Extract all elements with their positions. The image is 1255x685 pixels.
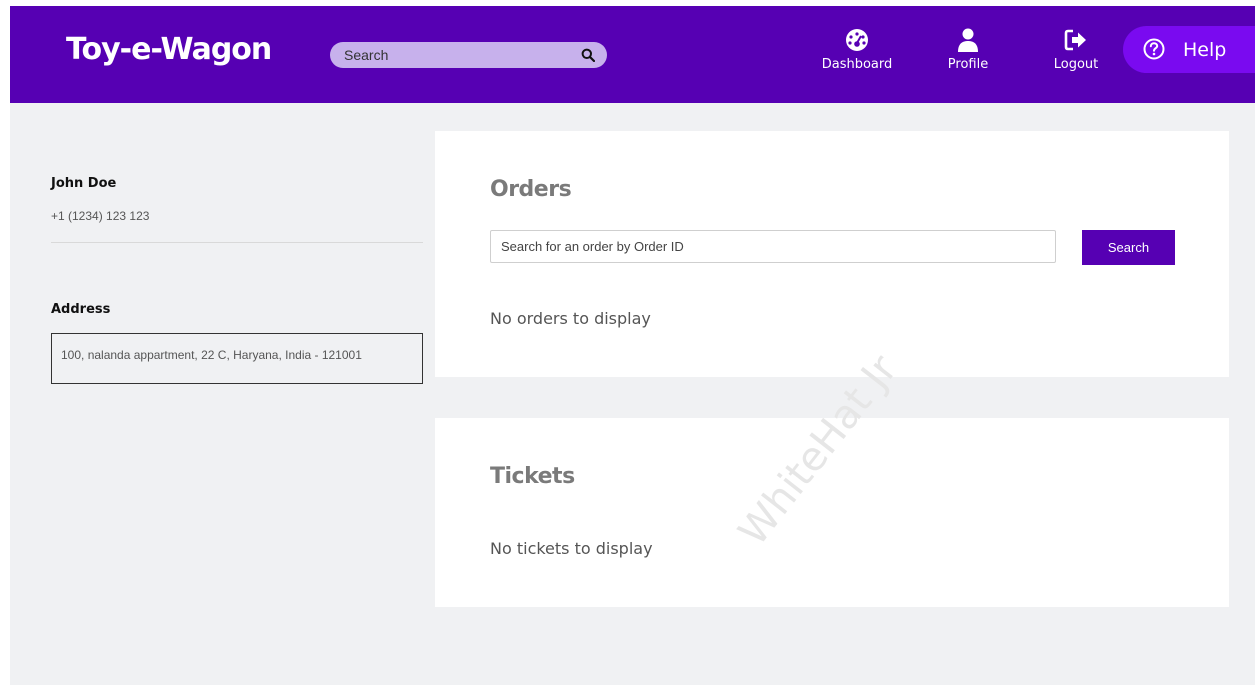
address-field[interactable]: 100, nalanda appartment, 22 C, Haryana, … xyxy=(51,333,423,384)
header-search-input[interactable] xyxy=(344,42,564,68)
logout-icon xyxy=(1064,29,1086,51)
nav-dashboard-label: Dashboard xyxy=(821,57,893,72)
top-header: Toy-e-Wagon Dashboard xyxy=(10,6,1255,103)
search-icon[interactable] xyxy=(581,48,595,62)
dashboard-gauge-icon xyxy=(846,29,868,51)
tickets-card: Tickets No tickets to display xyxy=(435,418,1229,607)
orders-title: Orders xyxy=(490,177,572,202)
profile-name: John Doe xyxy=(51,176,117,191)
nav-logout-label: Logout xyxy=(1053,57,1099,72)
tickets-empty-message: No tickets to display xyxy=(490,539,653,558)
help-button[interactable]: Help xyxy=(1123,26,1255,73)
brand-logo[interactable]: Toy-e-Wagon xyxy=(66,32,272,67)
order-search-button[interactable]: Search xyxy=(1082,230,1175,265)
app-frame: Toy-e-Wagon Dashboard xyxy=(10,6,1255,685)
profile-phone: +1 (1234) 123 123 xyxy=(51,209,150,223)
address-heading: Address xyxy=(51,302,111,317)
order-search-input[interactable] xyxy=(490,230,1056,263)
help-question-icon xyxy=(1143,38,1165,60)
nav-logout[interactable]: Logout xyxy=(1031,24,1121,84)
help-label: Help xyxy=(1183,39,1227,61)
nav-profile[interactable]: Profile xyxy=(923,24,1013,84)
orders-empty-message: No orders to display xyxy=(490,309,651,328)
tickets-title: Tickets xyxy=(490,464,575,489)
nav-dashboard[interactable]: Dashboard xyxy=(812,24,902,84)
nav-profile-label: Profile xyxy=(947,57,989,72)
profile-divider xyxy=(51,242,423,243)
header-search[interactable] xyxy=(330,42,607,68)
orders-card: Orders Search No orders to display xyxy=(435,131,1229,377)
user-icon xyxy=(958,28,978,52)
